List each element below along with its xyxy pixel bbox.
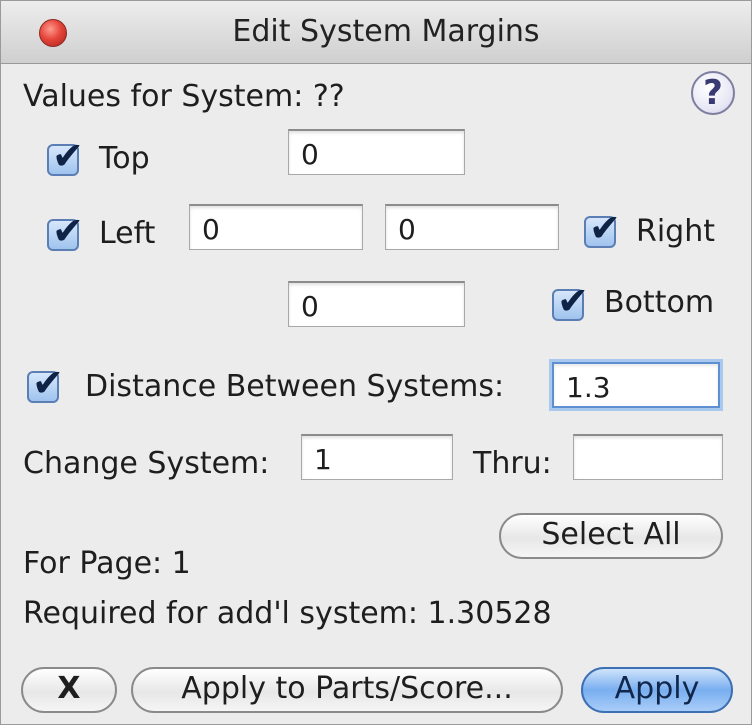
checkmark-icon: ✔ [32,361,64,405]
left-label: Left [99,216,156,251]
right-margin-field[interactable]: 0 [385,204,559,250]
checkmark-icon: ✔ [589,206,621,250]
distance-between-systems-checkbox[interactable]: ✔ [27,361,64,405]
cancel-button[interactable]: X [21,667,117,713]
top-margin-field[interactable]: 0 [288,129,465,175]
checkmark-icon: ✔ [52,134,84,178]
for-page-label: For Page: 1 [23,546,191,581]
top-label: Top [99,141,150,176]
title-bar[interactable]: Edit System Margins [1,1,751,64]
change-system-label: Change System: [23,446,270,481]
distance-between-systems-field[interactable]: 1.3 [552,362,720,408]
checkmark-icon: ✔ [52,209,84,253]
values-for-system-label: Values for System: ?? [23,79,345,114]
top-checkbox[interactable]: ✔ [47,134,84,178]
apply-button[interactable]: Apply [581,667,733,713]
bottom-checkbox[interactable]: ✔ [552,279,589,323]
checkmark-icon: ✔ [557,279,589,323]
thru-field[interactable] [573,434,723,480]
required-for-system-label: Required for add'l system: 1.30528 [23,596,552,631]
window-title: Edit System Margins [232,14,540,49]
left-checkbox[interactable]: ✔ [47,209,84,253]
apply-to-parts-score-button[interactable]: Apply to Parts/Score... [131,667,563,713]
thru-label: Thru: [473,446,552,481]
distance-between-systems-label: Distance Between Systems: [85,369,505,404]
change-system-field[interactable]: 1 [301,434,453,480]
edit-system-margins-dialog: Edit System Margins ? Values for System:… [0,0,752,725]
bottom-label: Bottom [604,285,715,320]
select-all-button[interactable]: Select All [499,513,723,559]
right-label: Right [636,214,715,249]
help-button[interactable]: ? [691,71,735,115]
left-margin-field[interactable]: 0 [189,204,363,250]
bottom-margin-field[interactable]: 0 [288,281,465,327]
right-checkbox[interactable]: ✔ [584,206,621,250]
